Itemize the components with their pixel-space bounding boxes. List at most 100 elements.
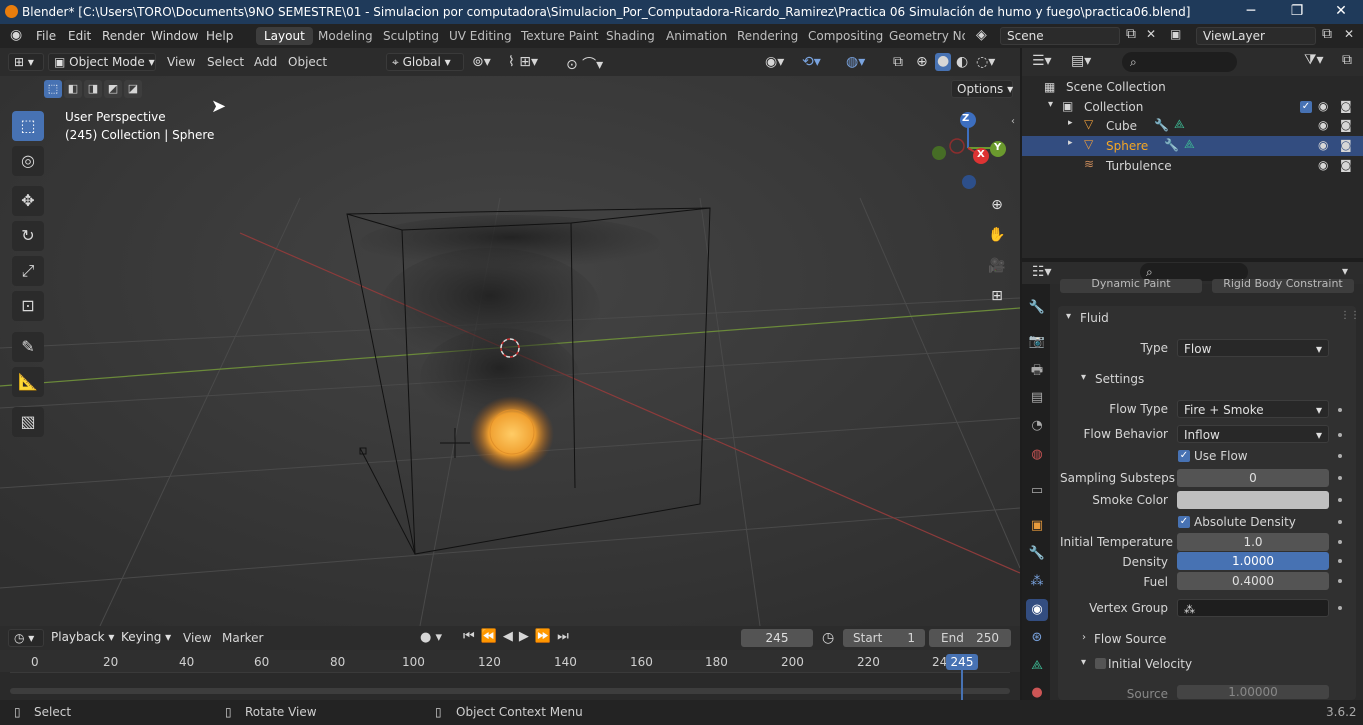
delete-scene-icon[interactable]: ✕ bbox=[1146, 27, 1156, 41]
view-layer-tab-icon[interactable]: ▤ bbox=[1026, 387, 1048, 409]
timeline-track[interactable] bbox=[10, 672, 1010, 688]
smoke-color-swatch[interactable] bbox=[1177, 491, 1329, 509]
move-tool-icon[interactable]: ✥ bbox=[12, 186, 44, 216]
solid-shading-icon[interactable]: ● bbox=[935, 53, 952, 71]
measure-tool-icon[interactable]: 📐 bbox=[12, 367, 44, 397]
particles-tab-icon[interactable]: ⁂ bbox=[1026, 571, 1048, 593]
add-cube-tool-icon[interactable]: ▧ bbox=[12, 407, 44, 437]
select-new-icon[interactable]: ⬚ bbox=[44, 80, 62, 98]
tab-animation[interactable]: Animation bbox=[658, 27, 735, 45]
output-tab-icon[interactable]: 🖶 bbox=[1026, 360, 1048, 382]
viewport-menu-object[interactable]: Object bbox=[288, 55, 327, 73]
mode-dropdown[interactable]: ▣ Object Mode ▾ bbox=[48, 53, 156, 71]
tab-sculpting[interactable]: Sculpting bbox=[375, 27, 447, 45]
outliner-display-mode-icon[interactable]: ▤▾ bbox=[1071, 53, 1091, 69]
menu-edit[interactable]: Edit bbox=[68, 29, 91, 43]
current-frame-field[interactable]: 245 bbox=[741, 629, 813, 647]
xray-icon[interactable]: ⧉ bbox=[893, 54, 903, 72]
physics-tab-icon[interactable]: ◉ bbox=[1026, 599, 1048, 621]
flow-behavior-dropdown[interactable]: Inflow ▾ bbox=[1177, 425, 1329, 443]
expand-icon[interactable]: ▸ bbox=[1068, 138, 1073, 148]
outliner-filter-icon[interactable]: ⧩▾ bbox=[1304, 52, 1324, 68]
keyframe-dot[interactable] bbox=[1338, 454, 1342, 458]
settings-collapse-icon[interactable]: ▾ bbox=[1081, 372, 1086, 383]
vertex-group-field[interactable]: ⁂ bbox=[1177, 599, 1329, 617]
outliner-item-cube[interactable]: ▸ ▽ Cube 🔧 ⟁ ◉ ◙ bbox=[1022, 116, 1363, 136]
outliner-item-turbulence[interactable]: ≋ Turbulence ◉ ◙ bbox=[1022, 156, 1363, 176]
keyframe-dot[interactable] bbox=[1338, 520, 1342, 524]
tab-compositing[interactable]: Compositing bbox=[800, 27, 891, 45]
absolute-density-checkbox[interactable]: ✓ bbox=[1178, 516, 1190, 528]
tab-texture-paint[interactable]: Texture Paint bbox=[513, 27, 606, 45]
initial-temperature-field[interactable]: 1.0 bbox=[1177, 533, 1329, 551]
dynamic-paint-button[interactable]: Dynamic Paint bbox=[1060, 279, 1202, 293]
visibility-eye-icon[interactable]: ◉ bbox=[1318, 99, 1328, 113]
modifier-tab-icon[interactable]: 🔧 bbox=[1026, 543, 1048, 565]
pan-hand-icon[interactable]: ✋ bbox=[984, 222, 1010, 248]
tab-rendering[interactable]: Rendering bbox=[729, 27, 806, 45]
keyframe-dot[interactable] bbox=[1338, 433, 1342, 437]
select-box-tool-icon[interactable]: ⬚ bbox=[12, 111, 44, 141]
timeline-scrollbar[interactable] bbox=[10, 688, 1010, 694]
new-view-layer-icon[interactable]: ⧉ bbox=[1322, 26, 1332, 42]
menu-file[interactable]: File bbox=[36, 29, 56, 43]
tab-layout[interactable]: Layout bbox=[256, 27, 313, 45]
keyframe-dot[interactable] bbox=[1338, 559, 1342, 563]
keyframe-dot[interactable] bbox=[1338, 606, 1342, 610]
playhead[interactable]: 245 bbox=[946, 654, 978, 670]
delete-view-layer-icon[interactable]: ✕ bbox=[1344, 27, 1354, 41]
timeline-editor-icon[interactable]: ◷ ▾ bbox=[8, 629, 44, 647]
fuel-field[interactable]: 0.4000 bbox=[1177, 572, 1329, 590]
close-icon[interactable]: ✕ bbox=[1318, 0, 1363, 24]
source-field[interactable]: 1.00000 bbox=[1177, 685, 1329, 699]
collection-exclude-checkbox[interactable]: ✓ bbox=[1300, 101, 1312, 113]
outliner-editor-icon[interactable]: ☰▾ bbox=[1032, 53, 1052, 69]
annotate-tool-icon[interactable]: ✎ bbox=[12, 332, 44, 362]
flow-type-dropdown[interactable]: Fire + Smoke ▾ bbox=[1177, 400, 1329, 418]
rendered-shading-icon[interactable]: ◌▾ bbox=[976, 54, 995, 72]
object-tab-icon[interactable]: ▣ bbox=[1026, 515, 1048, 537]
preview-range-icon[interactable]: ◷ bbox=[822, 630, 834, 648]
initial-velocity-checkbox[interactable] bbox=[1095, 658, 1106, 669]
tab-shading[interactable]: Shading bbox=[598, 27, 663, 45]
select-invert-icon[interactable]: ◩ bbox=[104, 80, 122, 98]
zoom-icon[interactable]: ⊕ bbox=[984, 192, 1010, 218]
3d-viewport[interactable]: Z Y X User Perspective (245) Collection … bbox=[0, 48, 1020, 626]
new-collection-icon[interactable]: ⧉ bbox=[1342, 52, 1352, 68]
overlay-icon[interactable]: ◍▾ bbox=[846, 54, 865, 72]
keyframe-dot[interactable] bbox=[1338, 540, 1342, 544]
mesh-data-icon[interactable]: ⟁ bbox=[1184, 137, 1195, 152]
scene-tab-icon[interactable]: ◔ bbox=[1026, 415, 1048, 437]
view-layer-icon[interactable]: ▣ bbox=[1170, 27, 1181, 41]
select-extend-icon[interactable]: ◧ bbox=[64, 80, 82, 98]
drag-handle-icon[interactable]: ⋮⋮ bbox=[1340, 310, 1360, 321]
mesh-data-icon[interactable]: ⟁ bbox=[1174, 117, 1185, 132]
tab-geometry-nodes[interactable]: Geometry Noc bbox=[881, 27, 965, 45]
initial-velocity-subpanel[interactable]: Initial Velocity bbox=[1108, 657, 1192, 671]
scene-icon[interactable]: ◈ bbox=[976, 27, 987, 43]
scale-tool-icon[interactable]: ⤢ bbox=[12, 256, 44, 286]
camera-view-icon[interactable]: 🎥 bbox=[984, 253, 1010, 279]
flow-source-subpanel[interactable]: Flow Source bbox=[1094, 632, 1166, 646]
perspective-toggle-icon[interactable]: ⊞ bbox=[984, 283, 1010, 309]
rigid-body-constraint-button[interactable]: Rigid Body Constraint bbox=[1212, 279, 1354, 293]
tab-modeling[interactable]: Modeling bbox=[310, 27, 381, 45]
editor-type-icon[interactable]: ⊞ ▾ bbox=[8, 53, 44, 71]
expand-icon[interactable]: ▾ bbox=[1048, 99, 1053, 110]
tool-tab-icon[interactable]: 🔧 bbox=[1026, 297, 1048, 319]
properties-editor-icon[interactable]: ☷▾ bbox=[1032, 264, 1052, 280]
select-intersect-icon[interactable]: ◪ bbox=[124, 80, 142, 98]
data-tab-icon[interactable]: ⟁ bbox=[1026, 655, 1048, 677]
properties-options-icon[interactable]: ▾ bbox=[1342, 264, 1348, 278]
menu-render[interactable]: Render bbox=[102, 29, 145, 43]
fluid-panel-title[interactable]: Fluid bbox=[1080, 311, 1109, 325]
type-dropdown[interactable]: Flow ▾ bbox=[1177, 339, 1329, 357]
timeline-marker-menu[interactable]: Marker bbox=[222, 631, 263, 649]
visibility-eye-icon[interactable]: ◉ bbox=[1318, 158, 1328, 172]
menu-help[interactable]: Help bbox=[206, 29, 233, 43]
density-field[interactable]: 1.0000 bbox=[1177, 552, 1329, 570]
outliner-search-input[interactable]: ⌕ bbox=[1122, 52, 1237, 72]
proportional-edit-icon[interactable]: ⊙ ⌒▾ bbox=[566, 54, 603, 73]
world-tab-icon[interactable]: ◍ bbox=[1026, 444, 1048, 466]
orientation-dropdown[interactable]: ⌖ Global ▾ bbox=[386, 53, 464, 71]
